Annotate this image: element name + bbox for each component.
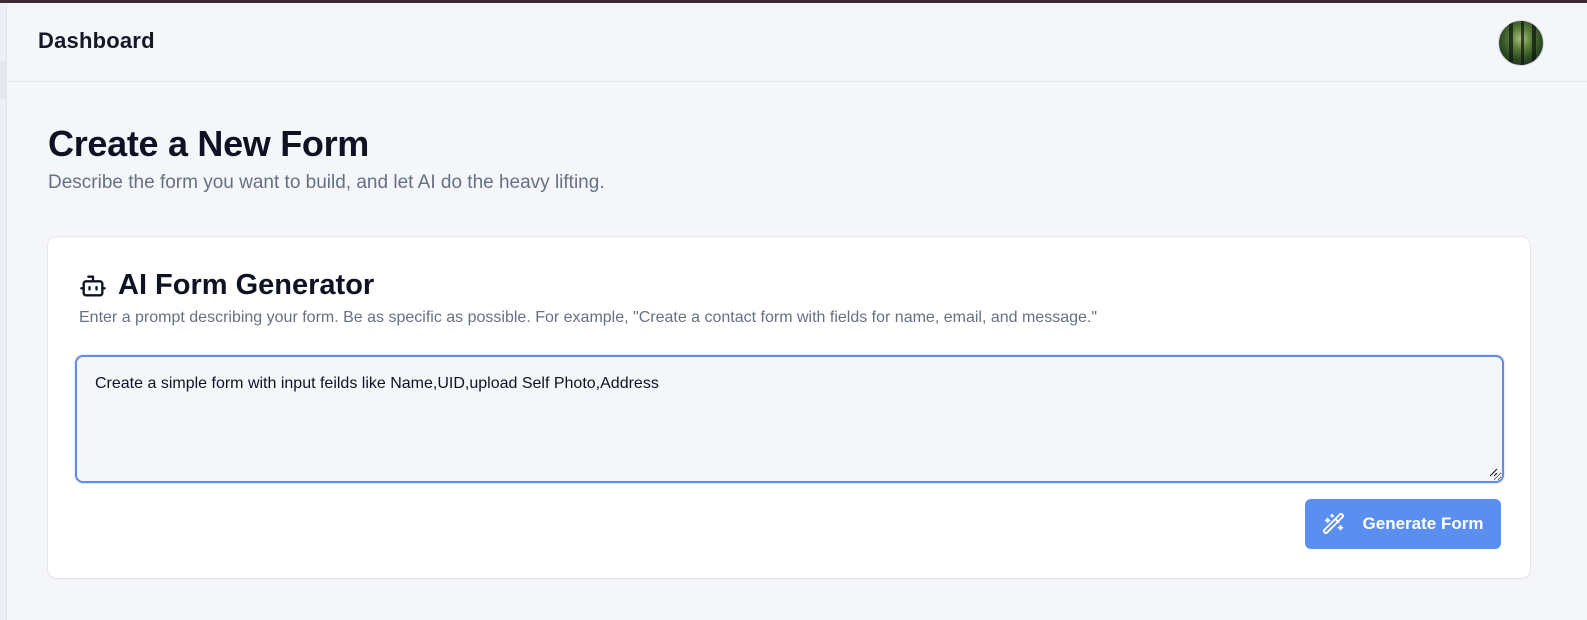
sidebar-toggle-edge[interactable] xyxy=(0,61,7,99)
avatar-image-detail xyxy=(1532,21,1536,65)
page-title: Create a New Form xyxy=(48,123,370,164)
avatar-image-detail xyxy=(1509,21,1513,65)
page-subtitle: Describe the form you want to build, and… xyxy=(48,172,605,193)
card-description: Enter a prompt describing your form. Be … xyxy=(79,309,1098,326)
top-header: Dashboard xyxy=(8,3,1587,82)
avatar-image-detail xyxy=(1521,21,1524,65)
prompt-textarea[interactable]: Create a simple form with input feilds l… xyxy=(75,355,1504,483)
user-avatar[interactable] xyxy=(1498,20,1544,66)
card-title: AI Form Generator xyxy=(118,269,375,301)
resize-handle-icon[interactable] xyxy=(1488,467,1498,477)
generate-form-button[interactable]: Generate Form xyxy=(1305,499,1501,549)
card-header: AI Form Generator xyxy=(79,269,374,302)
sidebar-edge xyxy=(0,3,7,620)
ai-form-generator-card: AI Form Generator Enter a prompt describ… xyxy=(47,236,1531,579)
magic-wand-icon xyxy=(1322,513,1344,535)
generate-form-label: Generate Form xyxy=(1362,514,1484,533)
brand-title[interactable]: Dashboard xyxy=(38,28,155,54)
bot-icon xyxy=(80,275,106,296)
